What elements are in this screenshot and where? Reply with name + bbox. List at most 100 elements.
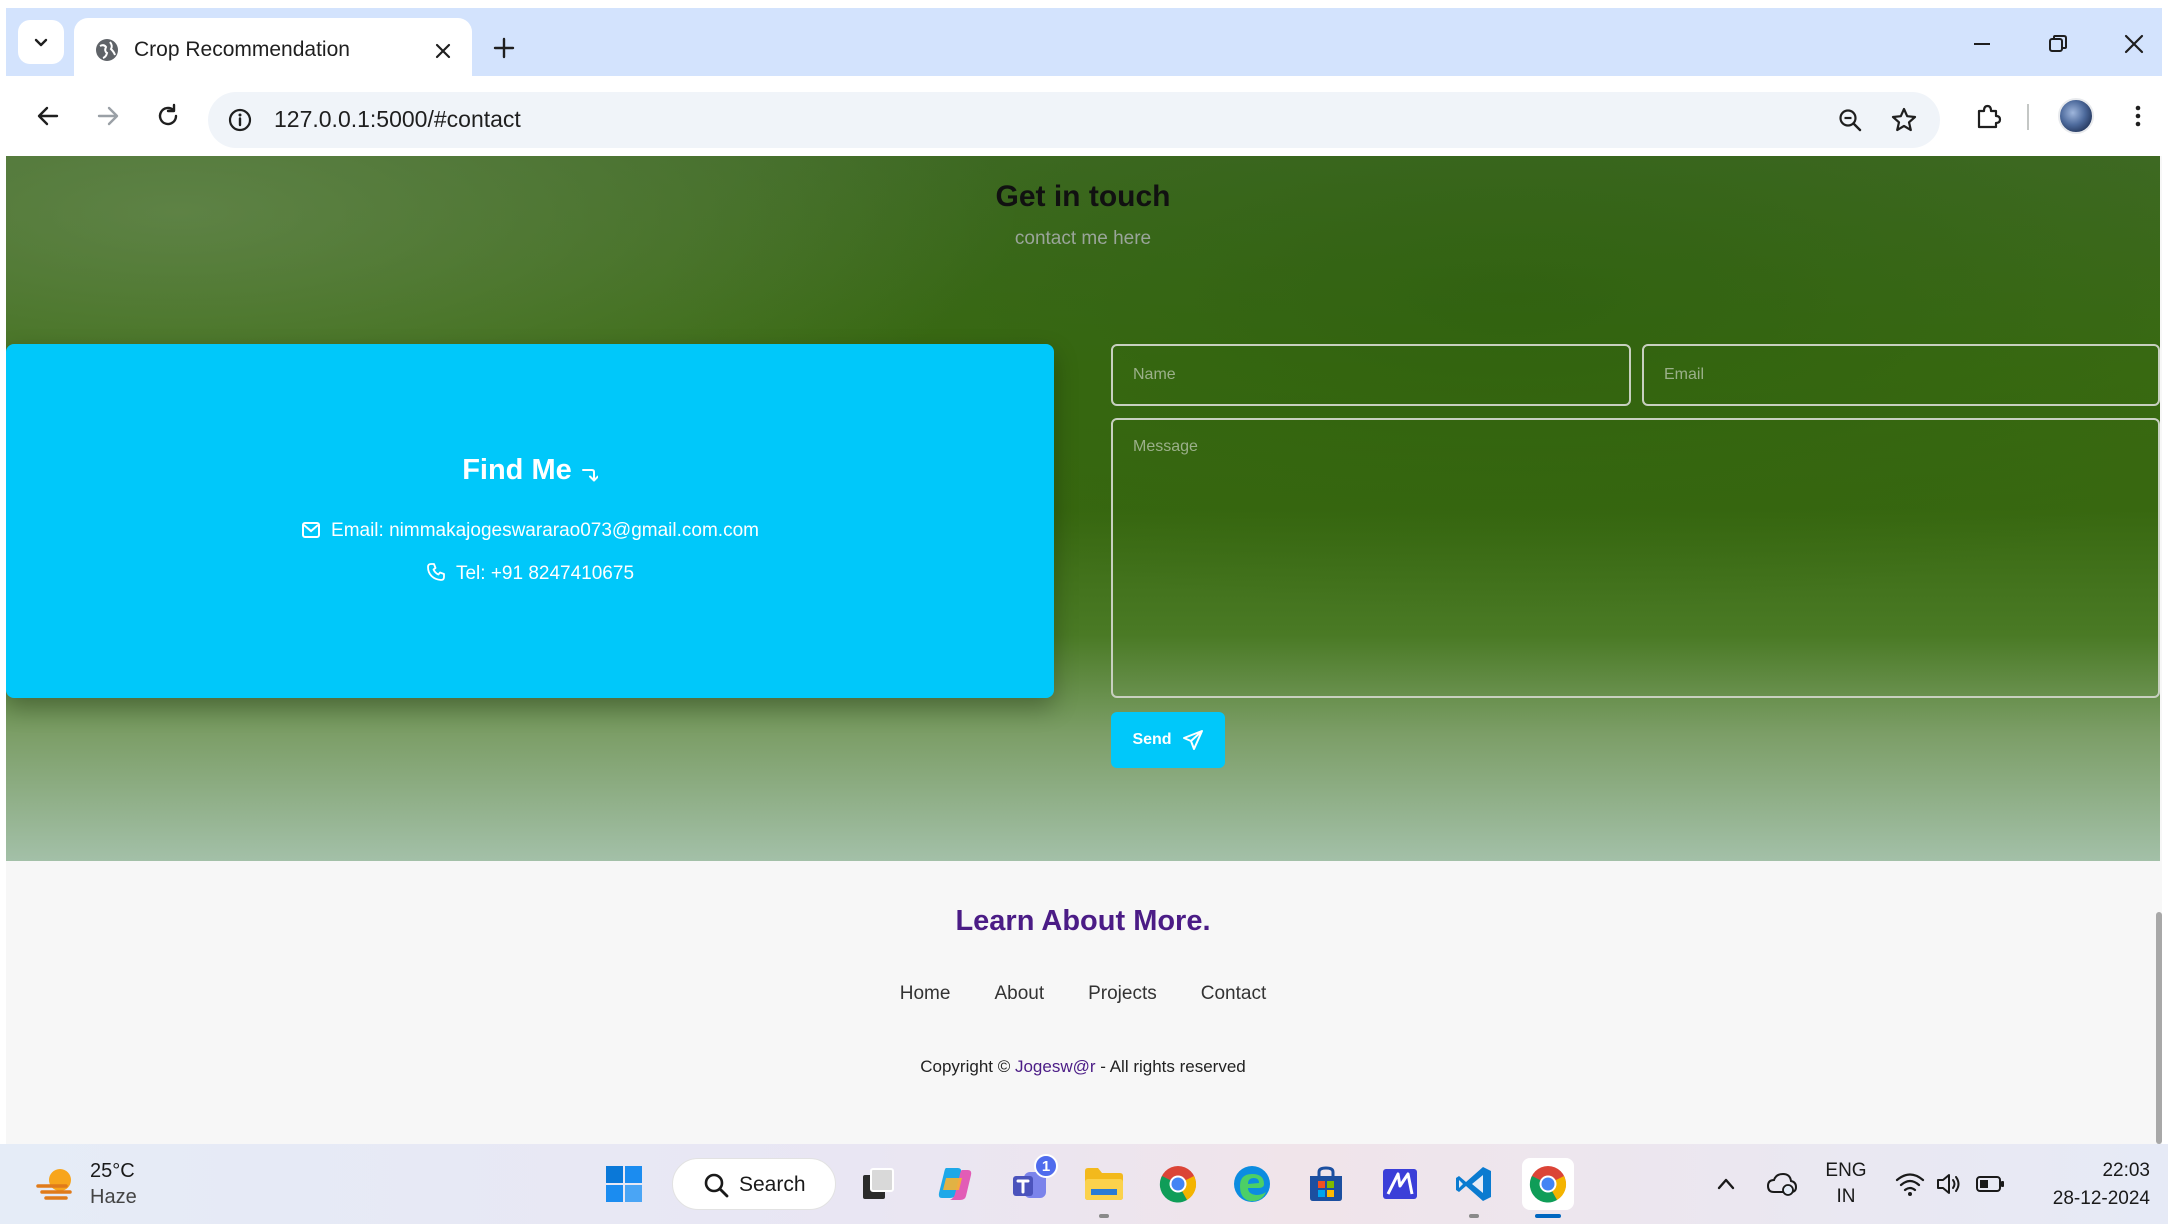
tab-close-button[interactable] (428, 36, 458, 66)
plus-icon (493, 37, 515, 59)
wifi-icon (1895, 1173, 1925, 1196)
reload-icon (158, 103, 178, 126)
start-button[interactable] (598, 1158, 650, 1210)
paper-plane-icon (1182, 730, 1203, 750)
weather-desc: Haze (90, 1186, 137, 1208)
star-icon (1891, 107, 1917, 132)
vscode-icon (1456, 1167, 1491, 1201)
close-window-button[interactable] (2106, 22, 2162, 66)
browser-window: Crop Recommendation 127.0.0.1:5000/#cont… (6, 8, 2162, 1144)
clock-date[interactable]: 28-12-2024 (2020, 1188, 2150, 1210)
footer-link-contact[interactable]: Contact (1201, 983, 1266, 1005)
app-icon (1383, 1169, 1417, 1199)
vscode-button[interactable] (1448, 1158, 1500, 1210)
taskbar-search[interactable]: Search (672, 1158, 836, 1210)
find-me-heading: Find Me (6, 454, 1054, 487)
find-me-phone: Tel: +91 8247410675 (6, 562, 1054, 585)
page-viewport: Get in touch contact me here Find Me Ema… (6, 156, 2162, 1144)
weather-haze-icon (36, 1169, 72, 1200)
battery-button[interactable] (1972, 1166, 2008, 1202)
page-scrollbar[interactable] (2156, 912, 2162, 1144)
copyright: Copyright © Jogesw@r - All rights reserv… (6, 1057, 2160, 1077)
copilot-button[interactable] (928, 1158, 980, 1210)
new-tab-button[interactable] (482, 26, 526, 70)
footer-title: Learn About More. (955, 905, 1211, 937)
restore-button[interactable] (2030, 22, 2086, 66)
browser-toolbar: 127.0.0.1:5000/#contact (6, 76, 2162, 156)
task-view-icon (863, 1168, 894, 1199)
arrow-right-icon (97, 106, 119, 126)
wifi-button[interactable] (1892, 1166, 1928, 1202)
explorer-running-indicator (1099, 1214, 1109, 1218)
clock-time[interactable]: 22:03 (2030, 1160, 2150, 1182)
task-view-button[interactable] (852, 1158, 904, 1210)
volume-icon (1937, 1174, 1960, 1194)
edge-button[interactable] (1226, 1158, 1278, 1210)
more-vertical-icon (2135, 105, 2141, 127)
profile-avatar[interactable] (2058, 98, 2094, 134)
store-icon (1310, 1166, 1342, 1201)
tab-title: Crop Recommendation (134, 38, 350, 61)
devhome-button[interactable] (1374, 1158, 1426, 1210)
cloud-icon (1766, 1172, 1798, 1196)
chevron-down-icon (34, 38, 48, 47)
screen: Crop Recommendation 127.0.0.1:5000/#cont… (0, 0, 2168, 1224)
back-button[interactable] (26, 94, 70, 138)
site-info-button[interactable] (222, 102, 258, 138)
footer-link-about[interactable]: About (994, 983, 1044, 1005)
address-bar[interactable]: 127.0.0.1:5000/#contact (208, 92, 1940, 148)
vscode-running-indicator (1469, 1214, 1479, 1218)
email-text: Email: nimmakajogeswararao073@gmail.com.… (331, 520, 759, 541)
copyright-brand[interactable]: Jogesw@r (1015, 1057, 1096, 1076)
message-textarea[interactable] (1111, 418, 2160, 698)
tab-strip: Crop Recommendation (6, 8, 2162, 84)
toolbar-separator (2027, 104, 2029, 130)
arrow-turn-down-icon (581, 469, 599, 482)
chrome-active-button[interactable] (1522, 1158, 1574, 1210)
tab-search-button[interactable] (18, 20, 64, 64)
volume-button[interactable] (1932, 1166, 1968, 1202)
info-icon (228, 108, 252, 132)
contact-subtitle: contact me here (1014, 228, 1152, 249)
chrome-button[interactable] (1152, 1158, 1204, 1210)
battery-icon (1976, 1176, 2004, 1192)
phone-icon (427, 563, 445, 581)
phone-text: Tel: +91 8247410675 (455, 563, 635, 584)
email-input[interactable] (1642, 344, 2160, 406)
footer-link-home[interactable]: Home (900, 983, 951, 1005)
language-top[interactable]: ENG (1820, 1160, 1872, 1182)
weather-temp: 25°C (90, 1160, 135, 1182)
onedrive-button[interactable] (1764, 1166, 1800, 1202)
search-icon (704, 1173, 729, 1198)
bookmark-button[interactable] (1886, 102, 1922, 138)
footer-link-projects[interactable]: Projects (1088, 983, 1157, 1005)
globe-icon (96, 39, 118, 61)
minimize-button[interactable] (1954, 22, 2010, 66)
reload-button[interactable] (146, 94, 190, 138)
zoom-button[interactable] (1832, 102, 1868, 138)
copyright-suffix: - All rights reserved (1095, 1057, 1246, 1076)
tab-crop-recommendation[interactable]: Crop Recommendation (74, 18, 472, 84)
footer: Learn About More. Home About Projects Co… (6, 861, 2160, 1144)
url-text: 127.0.0.1:5000/#contact (274, 106, 521, 132)
store-button[interactable] (1300, 1158, 1352, 1210)
chrome-icon (1529, 1166, 1567, 1203)
edge-icon (1234, 1166, 1270, 1202)
teams-badge: 1 (1034, 1154, 1058, 1178)
copyright-prefix: Copyright © (920, 1057, 1015, 1076)
file-explorer-button[interactable] (1078, 1158, 1130, 1210)
send-button[interactable]: Send (1111, 712, 1225, 768)
language-bottom[interactable]: IN (1820, 1186, 1872, 1208)
footer-nav: Home About Projects Contact (6, 983, 2160, 1005)
show-hidden-icons-button[interactable] (1708, 1166, 1744, 1202)
puzzle-icon (1977, 104, 2002, 129)
browser-menu-button[interactable] (2116, 94, 2160, 138)
forward-button[interactable] (86, 94, 130, 138)
arrow-left-icon (37, 106, 59, 126)
send-label: Send (1132, 731, 1172, 748)
extensions-button[interactable] (1966, 94, 2010, 138)
zoom-out-icon (1839, 109, 1862, 132)
windows-icon (606, 1166, 642, 1202)
mail-icon (302, 522, 321, 538)
name-input[interactable] (1111, 344, 1631, 406)
